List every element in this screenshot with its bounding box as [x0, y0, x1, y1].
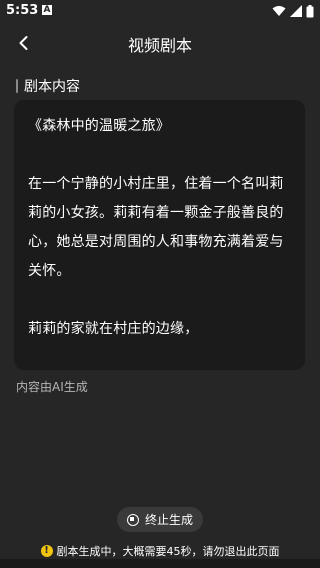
script-line: 莉莉的家就在村庄的边缘，	[28, 321, 199, 337]
stop-generation-button[interactable]: 终止生成	[117, 507, 203, 532]
script-line: 心，她总是对周围的人和事物充满着爱与	[28, 234, 284, 250]
script-line: 莉的小女孩。莉莉有着一颗金子般善良的	[28, 205, 284, 221]
app-notification-icon: A	[42, 5, 52, 15]
system-nav-bar	[0, 559, 320, 568]
script-content-card: 《森林中的温暖之旅》 在一个宁静的小村庄里，住着一个名叫莉 莉的小女孩。莉莉有着…	[14, 100, 305, 370]
warning-text: 剧本生成中，大概需要45秒，请勿退出此页面	[56, 545, 280, 558]
script-title: 《森林中的温暖之旅》	[28, 118, 170, 134]
status-icons	[272, 4, 314, 18]
stop-icon	[126, 513, 139, 526]
stop-button-label: 终止生成	[144, 513, 193, 527]
section-label: 剧本内容	[24, 79, 80, 95]
section-header: 剧本内容	[16, 76, 80, 96]
status-bar: 5:53 A	[0, 0, 320, 24]
script-line: 在一个宁静的小村庄里，住着一个名叫莉	[28, 176, 284, 192]
status-time: 5:53	[6, 3, 39, 18]
cell-signal-icon	[290, 5, 302, 17]
warning-icon: !	[40, 545, 53, 557]
battery-icon	[306, 4, 314, 17]
ai-generated-note: 内容由AI生成	[16, 380, 88, 394]
generation-warning: ! 剧本生成中，大概需要45秒，请勿退出此页面	[0, 543, 320, 559]
app-bar: 视频剧本	[0, 26, 320, 58]
wifi-icon	[272, 6, 286, 16]
script-line: 关怀。	[28, 263, 71, 279]
section-accent-bar	[16, 79, 18, 93]
page-title: 视频剧本	[127, 36, 192, 55]
